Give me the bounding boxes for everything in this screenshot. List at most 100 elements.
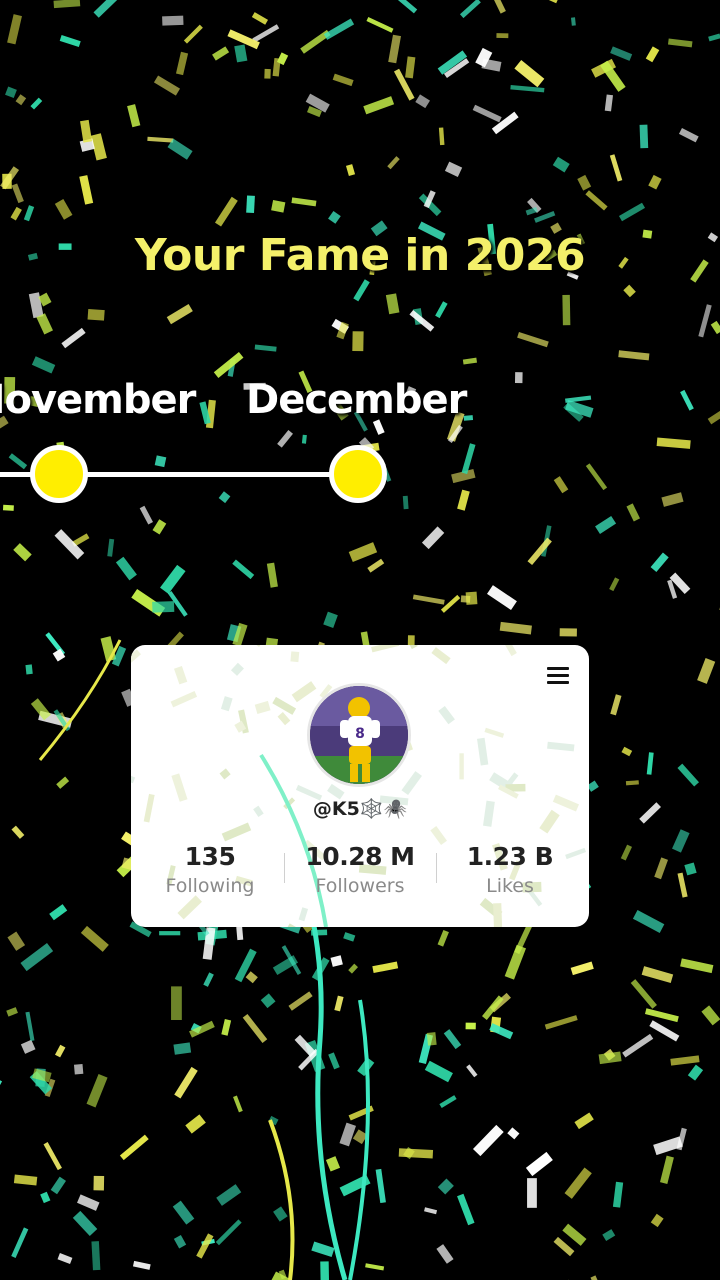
card-confetti-piece bbox=[170, 690, 198, 708]
confetti-piece bbox=[677, 872, 688, 898]
confetti-piece bbox=[348, 963, 358, 974]
confetti-piece bbox=[8, 453, 28, 470]
confetti-piece bbox=[562, 294, 571, 326]
confetti-piece bbox=[672, 829, 690, 853]
confetti-piece bbox=[87, 308, 105, 321]
confetti-piece bbox=[443, 1029, 462, 1050]
confetti-piece bbox=[301, 434, 307, 444]
confetti-piece bbox=[680, 958, 714, 974]
confetti-piece bbox=[426, 1032, 437, 1046]
confetti-piece bbox=[348, 542, 378, 563]
confetti-piece bbox=[680, 389, 694, 411]
confetti-piece bbox=[80, 925, 109, 952]
timeline-month-current: December bbox=[246, 377, 467, 423]
confetti-piece bbox=[487, 585, 517, 611]
confetti-piece bbox=[59, 34, 81, 48]
confetti-piece bbox=[710, 320, 720, 335]
confetti-piece bbox=[590, 1275, 605, 1280]
confetti-piece bbox=[622, 1033, 654, 1058]
confetti-piece bbox=[564, 1167, 592, 1199]
card-confetti-piece bbox=[505, 645, 517, 657]
confetti-piece bbox=[93, 1175, 105, 1191]
confetti-piece bbox=[221, 1019, 232, 1036]
confetti-piece bbox=[496, 33, 509, 39]
confetti-piece bbox=[323, 611, 338, 629]
timeline-dot-current[interactable] bbox=[329, 445, 387, 503]
stat-likes[interactable]: 1.23 B Likes bbox=[435, 841, 585, 899]
card-confetti-piece bbox=[493, 903, 503, 927]
confetti-piece bbox=[80, 119, 93, 143]
confetti-piece bbox=[609, 577, 620, 592]
stat-followers-label: Followers bbox=[315, 875, 405, 897]
profile-stats: 135 Following 10.28 M Followers 1.23 B L… bbox=[131, 841, 589, 901]
confetti-piece bbox=[612, 1181, 624, 1208]
confetti-piece bbox=[50, 1176, 67, 1195]
confetti-piece bbox=[517, 331, 549, 348]
confetti-piece bbox=[7, 931, 26, 951]
confetti-piece bbox=[174, 1066, 198, 1099]
confetti-piece bbox=[602, 1229, 616, 1241]
confetti-piece bbox=[77, 1194, 100, 1211]
confetti-piece bbox=[365, 1263, 385, 1271]
confetti-piece bbox=[40, 1191, 51, 1204]
confetti-piece bbox=[57, 1253, 73, 1265]
confetti-piece bbox=[0, 1076, 3, 1091]
confetti-piece bbox=[525, 207, 538, 216]
confetti-piece bbox=[678, 127, 699, 143]
confetti-piece bbox=[387, 156, 400, 170]
confetti-piece bbox=[654, 857, 669, 880]
confetti-piece bbox=[273, 1206, 288, 1222]
confetti-piece bbox=[216, 1184, 242, 1206]
card-confetti-piece bbox=[438, 705, 455, 725]
confetti-piece bbox=[405, 56, 416, 79]
confetti-piece bbox=[553, 1236, 575, 1257]
stat-likes-label: Likes bbox=[486, 875, 534, 897]
card-confetti-piece bbox=[431, 647, 451, 665]
confetti-piece bbox=[218, 491, 231, 504]
confetti-piece bbox=[11, 183, 24, 204]
confetti-piece bbox=[595, 515, 617, 534]
confetti-piece bbox=[93, 0, 122, 18]
confetti-piece bbox=[153, 75, 181, 96]
confetti-piece bbox=[162, 15, 184, 26]
confetti-piece bbox=[574, 1112, 594, 1130]
confetti-piece bbox=[159, 931, 181, 936]
card-confetti-piece bbox=[131, 649, 141, 674]
confetti-piece bbox=[233, 1095, 243, 1113]
confetti-piece bbox=[260, 993, 276, 1009]
confetti-piece bbox=[325, 1156, 341, 1172]
confetti-piece bbox=[79, 175, 94, 205]
confetti-piece bbox=[435, 301, 448, 319]
confetti-piece bbox=[618, 350, 650, 361]
stat-followers[interactable]: 10.28 M Followers bbox=[285, 841, 435, 899]
confetti-piece bbox=[466, 1064, 478, 1078]
confetti-piece bbox=[439, 1095, 457, 1108]
card-confetti-piece bbox=[230, 662, 244, 676]
confetti-piece bbox=[353, 279, 370, 302]
confetti-piece bbox=[52, 648, 66, 662]
confetti-piece bbox=[610, 694, 622, 716]
menu-button[interactable] bbox=[547, 667, 569, 685]
confetti-piece bbox=[632, 910, 665, 933]
avatar[interactable]: 8 bbox=[307, 683, 411, 787]
confetti-piece bbox=[437, 1178, 454, 1195]
confetti-piece bbox=[444, 161, 463, 177]
confetti-piece bbox=[54, 529, 85, 560]
confetti-piece bbox=[639, 124, 649, 149]
confetti-piece bbox=[291, 197, 317, 207]
timeline-dot-previous[interactable] bbox=[30, 445, 88, 503]
hamburger-menu-icon bbox=[547, 667, 569, 670]
confetti-piece bbox=[623, 284, 636, 298]
confetti-piece bbox=[570, 17, 576, 26]
confetti-piece bbox=[577, 174, 592, 191]
confetti-piece bbox=[397, 0, 418, 14]
confetti-piece bbox=[214, 196, 238, 227]
confetti-piece bbox=[639, 802, 661, 824]
confetti-piece bbox=[55, 1044, 66, 1058]
confetti-piece bbox=[510, 85, 545, 93]
confetti-piece bbox=[72, 1210, 98, 1237]
stat-following[interactable]: 135 Following bbox=[135, 841, 285, 899]
confetti-piece bbox=[352, 331, 364, 352]
card-confetti-piece bbox=[174, 666, 188, 685]
card-confetti-piece bbox=[221, 822, 252, 842]
